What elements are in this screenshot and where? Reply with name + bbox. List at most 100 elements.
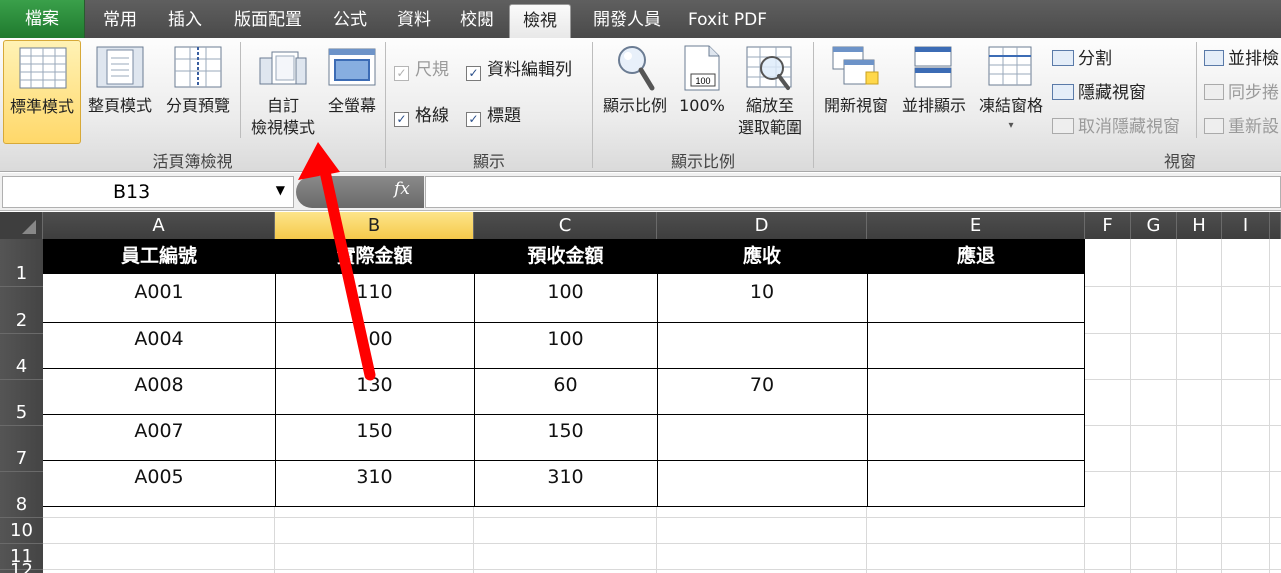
page-layout-view-button[interactable]: 整頁模式	[82, 40, 158, 144]
formula-input[interactable]	[425, 176, 1281, 208]
table-cell[interactable]: 100	[275, 323, 474, 368]
column-header-b[interactable]: B	[275, 212, 474, 239]
column-header-a[interactable]: A	[43, 212, 275, 239]
table-cell[interactable]: 130	[275, 369, 474, 414]
row-header-5[interactable]: 5	[0, 380, 43, 426]
table-cell[interactable]: A007	[43, 415, 275, 460]
column-header-d[interactable]: D	[657, 212, 867, 239]
tab-home[interactable]: 常用	[89, 4, 151, 38]
column-header-i[interactable]: I	[1222, 212, 1270, 239]
column-header-g[interactable]: G	[1131, 212, 1177, 239]
gridlines-checkbox[interactable]: ✓ 格線	[394, 105, 449, 127]
table-header-cell[interactable]: 應收	[657, 239, 867, 274]
column-header-h[interactable]: H	[1177, 212, 1222, 239]
column-header-partial[interactable]	[1270, 212, 1281, 239]
gridlines-check-icon: ✓	[394, 112, 409, 127]
column-header-c[interactable]: C	[474, 212, 657, 239]
table-header-cell[interactable]: 應退	[867, 239, 1085, 274]
table-cell[interactable]	[867, 415, 1085, 460]
table-cell[interactable]: 70	[657, 369, 867, 414]
table-cell[interactable]: 150	[474, 415, 657, 460]
table-border	[867, 274, 868, 507]
table-cell[interactable]	[657, 415, 867, 460]
reset-position-label: 重新設	[1228, 117, 1279, 137]
unhide-window-button[interactable]: 取消隱藏視窗	[1052, 116, 1180, 138]
table-cell[interactable]: 310	[275, 461, 474, 506]
table-border	[474, 274, 475, 507]
tab-formulas[interactable]: 公式	[320, 4, 380, 38]
zoom-button[interactable]: 顯示比例	[596, 40, 674, 144]
headings-checkbox[interactable]: ✓ 標題	[466, 105, 521, 127]
split-icon	[1052, 50, 1074, 66]
normal-view-button[interactable]: 標準模式	[3, 40, 81, 144]
hide-window-button[interactable]: 隱藏視窗	[1052, 82, 1146, 104]
page-break-preview-button[interactable]: 分頁預覽	[160, 40, 236, 144]
divider	[240, 42, 241, 138]
table-cell[interactable]	[657, 323, 867, 368]
tab-view[interactable]: 檢視	[509, 4, 571, 38]
reset-window-position-button[interactable]: 重新設	[1204, 116, 1279, 138]
synchronous-scrolling-button[interactable]: 同步捲	[1204, 82, 1279, 104]
group-show: 顯示	[472, 152, 505, 171]
split-label: 分割	[1078, 49, 1112, 69]
ruler-checkbox[interactable]: ✓ 尺規	[394, 59, 449, 81]
table-cell[interactable]	[867, 369, 1085, 414]
table-cell[interactable]: 60	[474, 369, 657, 414]
select-all-button[interactable]	[0, 212, 43, 239]
tab-page-layout[interactable]: 版面配置	[220, 4, 316, 38]
table-cell[interactable]: 150	[275, 415, 474, 460]
table-cell[interactable]	[657, 461, 867, 506]
table-cell[interactable]	[867, 461, 1085, 506]
table-cell[interactable]: A005	[43, 461, 275, 506]
table-cell[interactable]: 310	[474, 461, 657, 506]
row-header-2[interactable]: 2	[0, 287, 43, 334]
formula-bar-checkbox[interactable]: ✓ 資料編輯列	[466, 59, 572, 81]
table-cell[interactable]: 100	[474, 323, 657, 368]
row-header-8[interactable]: 8	[0, 472, 43, 518]
table-header-cell[interactable]: 員工編號	[43, 239, 275, 274]
row-header-4[interactable]: 4	[0, 334, 43, 380]
chevron-down-icon: ▾	[1008, 120, 1014, 131]
zoom-to-selection-button[interactable]: 縮放至 選取範圍	[730, 40, 810, 144]
table-header-cell[interactable]: 預收金額	[474, 239, 657, 274]
custom-views-button[interactable]: 自訂 檢視模式	[244, 40, 322, 144]
table-header-cell[interactable]: 實際金額	[275, 239, 474, 274]
table-cell[interactable]: 10	[657, 274, 867, 322]
tab-data[interactable]: 資料	[384, 4, 444, 38]
tab-developer[interactable]: 開發人員	[578, 4, 676, 38]
row-number: 7	[15, 448, 28, 469]
table-cell[interactable]: A004	[43, 323, 275, 368]
zoom-100-button[interactable]: 100 100%	[676, 40, 728, 144]
tab-foxit-pdf[interactable]: Foxit PDF	[680, 4, 775, 38]
tab-file[interactable]: 檔案	[0, 0, 85, 38]
table-cell[interactable]: 100	[474, 274, 657, 322]
svg-text:100: 100	[695, 76, 710, 86]
table-cell[interactable]	[867, 323, 1085, 368]
zoom-100-icon: 100	[684, 45, 720, 91]
insert-function-icon[interactable]: fx	[394, 179, 410, 199]
row-header-7[interactable]: 7	[0, 426, 43, 472]
new-window-button[interactable]: 開新視窗	[818, 40, 894, 144]
name-box[interactable]: B13 ▼	[2, 176, 294, 208]
tab-insert[interactable]: 插入	[154, 4, 216, 38]
row-header-1[interactable]: 1	[0, 239, 43, 287]
table-cell[interactable]: 110	[275, 274, 474, 322]
full-screen-button[interactable]: 全螢幕	[322, 40, 382, 144]
row-number: 12	[10, 560, 33, 573]
column-header-f[interactable]: F	[1085, 212, 1131, 239]
chevron-down-icon[interactable]: ▼	[276, 183, 285, 197]
table-cell[interactable]: A008	[43, 369, 275, 414]
tab-review[interactable]: 校閱	[448, 4, 506, 38]
table-cell[interactable]: A001	[43, 274, 275, 322]
table-cell[interactable]	[867, 274, 1085, 322]
freeze-panes-label: 凍結窗格	[978, 96, 1043, 115]
column-header-e[interactable]: E	[867, 212, 1085, 239]
arrange-all-button[interactable]: 並排顯示	[896, 40, 972, 144]
split-button[interactable]: 分割	[1052, 48, 1112, 70]
arrange-all-label: 並排顯示	[901, 96, 966, 115]
grid-hline	[43, 543, 1281, 544]
grid-vline	[1221, 239, 1222, 573]
view-side-by-side-button[interactable]: 並排檢	[1204, 48, 1279, 70]
row-header-10[interactable]: 10	[0, 518, 43, 544]
freeze-panes-button[interactable]: 凍結窗格 ▾	[974, 40, 1048, 144]
